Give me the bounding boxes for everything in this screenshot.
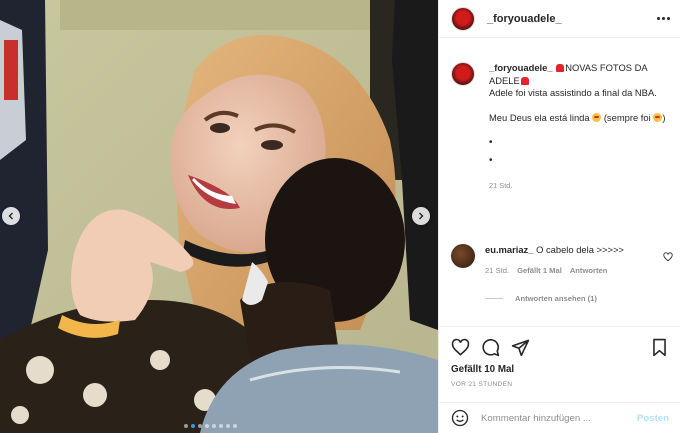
caption-dot: • [489,155,493,166]
carousel-next-button[interactable] [412,207,430,225]
carousel-dot [191,424,195,428]
comment-reply-button[interactable]: Antworten [570,265,608,277]
divider-line [485,298,503,299]
add-comment-bar: Kommentar hinzufügen ... Posten [439,402,680,433]
caption-line2: Adele foi vista assistindo a final da NB… [489,87,657,98]
comment-input[interactable]: Kommentar hinzufügen ... [481,413,637,424]
heart-icon[interactable] [451,338,470,357]
carousel-dot [233,424,237,428]
avatar[interactable] [451,62,475,86]
caption-line3-close: ) [662,111,666,123]
post-caption: _foryouadele_ NOVAS FOTOS DA ADELE Adele… [451,62,671,193]
caption-line3: Meu Deus ela está linda [489,111,590,123]
heart-eyes-emoji-icon [653,112,663,122]
comment-text: O cabelo dela >>>>> [536,244,624,255]
smiley-icon[interactable] [451,409,469,427]
carousel-dot [205,424,209,428]
view-replies-label: Antworten ansehen (1) [515,294,597,303]
carousel-dot [184,424,188,428]
caption-dot: • [489,137,493,148]
avatar[interactable] [451,6,475,31]
carousel-prev-button[interactable] [2,207,20,225]
post-timestamp: VOR 21 STUNDEN [451,381,513,388]
post-username[interactable]: _foryouadele_ [487,13,562,25]
like-count[interactable]: Gefällt 10 Mal [451,364,669,375]
comment-item: eu.mariaz_ O cabelo dela >>>>> 21 Std. G… [451,244,673,277]
post-header: _foryouadele_ [439,0,680,38]
comment-likes[interactable]: Gefällt 1 Mal [517,265,562,277]
carousel-dot [198,424,202,428]
paper-plane-icon[interactable] [511,338,530,357]
post-actions: Gefällt 10 Mal VOR 21 STUNDEN [439,326,680,388]
post-sidebar: _foryouadele_ _foryouadele_ NOVAS FOTOS … [438,0,680,433]
chevron-left-icon [8,212,13,220]
caption-timestamp: 21 Std. [489,181,513,190]
comment-bubble-icon[interactable] [481,338,500,357]
bookmark-icon[interactable] [650,338,669,357]
carousel-indicator [184,424,237,428]
more-horizontal-icon[interactable] [657,17,670,20]
heart-eyes-emoji-icon [592,112,602,122]
photo-image [0,0,438,433]
comment-username[interactable]: eu.mariaz_ [485,244,533,255]
siren-emoji-icon [520,76,529,85]
caption-username[interactable]: _foryouadele_ [489,62,553,73]
post-photo[interactable] [0,0,438,433]
comment-timestamp: 21 Std. [485,266,510,275]
carousel-dot [219,424,223,428]
avatar[interactable] [451,244,475,268]
carousel-dot [226,424,230,428]
siren-emoji-icon [556,64,565,72]
carousel-dot [212,424,216,428]
chevron-right-icon [419,212,424,220]
comment-heart-icon[interactable] [663,252,673,262]
caption-line3-paren: (sempre foi [603,111,651,123]
view-replies-button[interactable]: Antworten ansehen (1) [485,294,597,303]
post-comment-button[interactable]: Posten [637,413,669,424]
